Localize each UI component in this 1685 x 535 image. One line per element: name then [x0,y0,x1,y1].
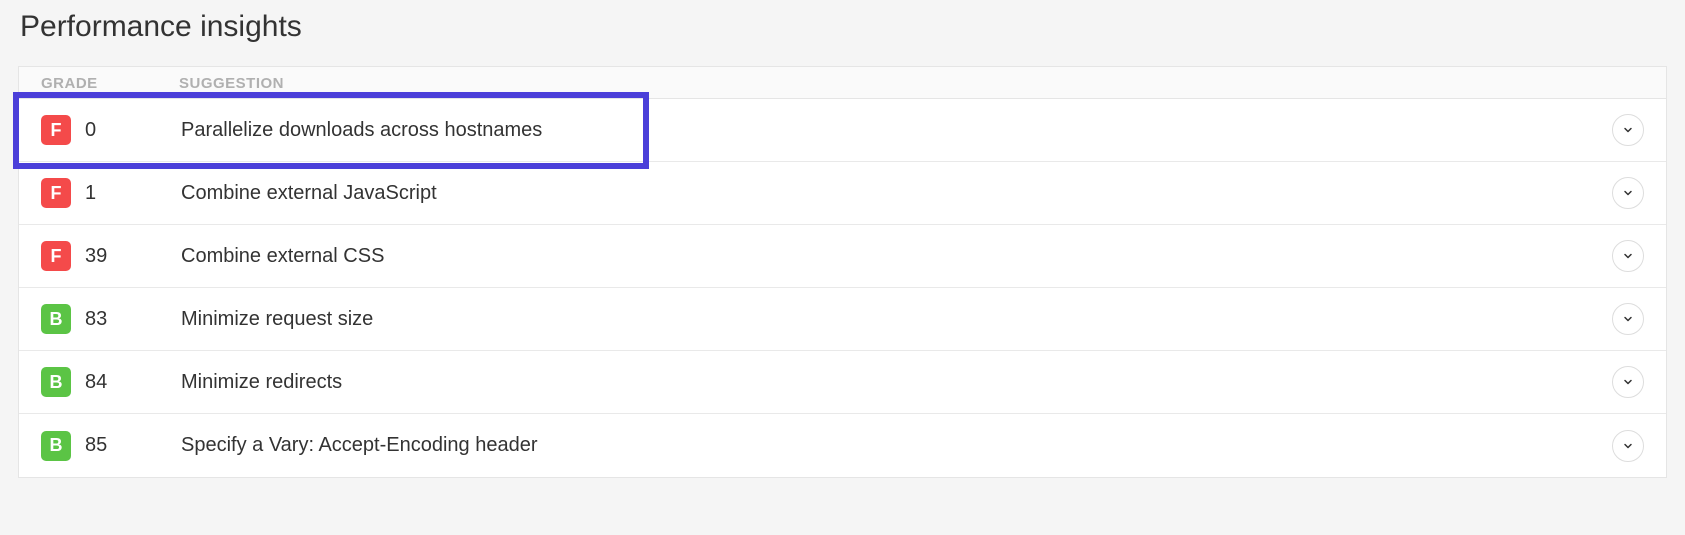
page-title: Performance insights [20,10,1667,44]
table-row[interactable]: B 84 Minimize redirects [19,351,1666,414]
chevron-down-icon [1622,313,1634,325]
grade-badge: B [41,304,71,334]
chevron-down-icon [1622,440,1634,452]
suggestion-text: Combine external JavaScript [181,182,1612,205]
expand-button[interactable] [1612,366,1644,398]
expand-button[interactable] [1612,430,1644,462]
grade-badge: B [41,431,71,461]
insights-table: GRADE SUGGESTION F0Parallelize downloads… [18,66,1667,478]
grade-score: 1 [85,182,96,205]
table-row[interactable]: F0Parallelize downloads across hostnames [19,99,1666,162]
expand-button[interactable] [1612,303,1644,335]
expand-button[interactable] [1612,177,1644,209]
grade-badge: F [41,241,71,271]
suggestion-text: Parallelize downloads across hostnames [181,119,1612,142]
grade-column: B 84 [41,367,181,397]
column-header-grade: GRADE [41,75,179,92]
table-header: GRADE SUGGESTION [19,67,1666,99]
grade-score: 84 [85,371,107,394]
table-row[interactable]: F1Combine external JavaScript [19,162,1666,225]
grade-column: F0 [41,115,181,145]
suggestion-text: Combine external CSS [181,245,1612,268]
table-row[interactable]: B 85 Specify a Vary: Accept-Encoding heade… [19,414,1666,477]
column-header-suggestion: SUGGESTION [179,75,284,92]
grade-score: 83 [85,308,107,331]
grade-column: B 83 [41,304,181,334]
chevron-down-icon [1622,250,1634,262]
grade-score: 85 [85,434,107,457]
chevron-down-icon [1622,124,1634,136]
chevron-down-icon [1622,187,1634,199]
expand-button[interactable] [1612,114,1644,146]
chevron-down-icon [1622,376,1634,388]
grade-column: F1 [41,178,181,208]
table-row[interactable]: F 39 Combine external CSS [19,225,1666,288]
grade-badge: F [41,178,71,208]
grade-score: 39 [85,245,107,268]
suggestion-text: Minimize request size [181,308,1612,331]
grade-score: 0 [85,119,96,142]
grade-badge: F [41,115,71,145]
expand-button[interactable] [1612,240,1644,272]
grade-column: F 39 [41,241,181,271]
suggestion-text: Minimize redirects [181,371,1612,394]
grade-column: B 85 [41,431,181,461]
grade-badge: B [41,367,71,397]
suggestion-text: Specify a Vary: Accept-Encoding header [181,434,1612,457]
table-row[interactable]: B 83 Minimize request size [19,288,1666,351]
